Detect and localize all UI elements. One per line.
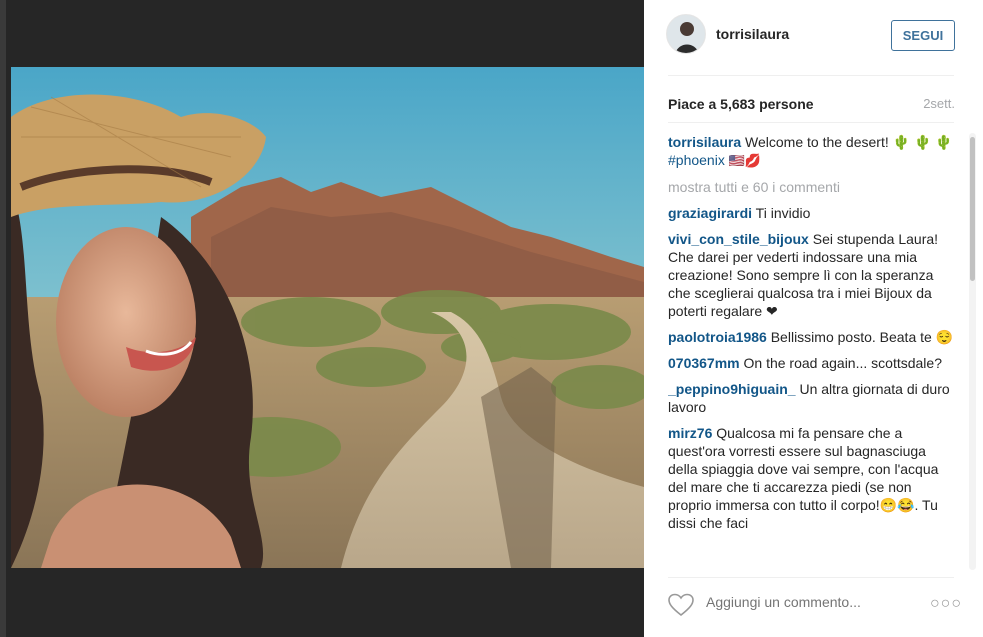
post-username[interactable]: torrisilaura — [716, 26, 789, 42]
post-sidebar: torrisilaura SEGUI Piace a 5,683 persone… — [644, 0, 983, 637]
caption-emoji: 🇺🇸💋 — [728, 153, 762, 168]
comment-username[interactable]: _peppino9higuain_ — [668, 381, 796, 397]
more-options-icon[interactable]: ○○○ — [930, 595, 962, 613]
divider — [668, 122, 954, 123]
comments-list[interactable]: torrisilaura Welcome to the desert! 🌵 🌵 … — [668, 133, 958, 570]
comment-text: On the road again... scottsdale? — [743, 355, 942, 371]
post-photo[interactable] — [11, 67, 644, 568]
post-header: torrisilaura SEGUI — [644, 0, 983, 75]
photo-pane — [0, 0, 644, 637]
comment-username[interactable]: paolotroia1986 — [668, 329, 767, 345]
follow-button[interactable]: SEGUI — [891, 20, 955, 51]
comment-item: mirz76 Qualcosa mi fa pensare che a ques… — [668, 424, 958, 532]
comment-item: 070367mm On the road again... scottsdale… — [668, 354, 958, 372]
comment-item: _peppino9higuain_ Un altra giornata di d… — [668, 380, 958, 416]
likes-count[interactable]: Piace a 5,683 persone — [668, 96, 814, 112]
selfie-desert-image — [11, 67, 644, 568]
comment-username[interactable]: vivi_con_stile_bijoux — [668, 231, 809, 247]
caption-hashtag[interactable]: #phoenix — [668, 152, 725, 168]
comment-username[interactable]: 070367mm — [668, 355, 740, 371]
comment-item: paolotroia1986 Bellissimo posto. Beata t… — [668, 328, 958, 346]
comment-username[interactable]: graziagirardi — [668, 205, 752, 221]
caption-username[interactable]: torrisilaura — [668, 134, 741, 150]
left-edge — [0, 0, 6, 637]
view-all-comments-link[interactable]: mostra tutti e 60 i commenti — [668, 178, 958, 196]
scroll-thumb[interactable] — [970, 137, 975, 281]
post-footer: ○○○ — [644, 577, 983, 637]
comment-item: graziagirardi Ti invidio — [668, 204, 958, 222]
comment-username[interactable]: mirz76 — [668, 425, 712, 441]
divider — [668, 75, 954, 76]
caption: torrisilaura Welcome to the desert! 🌵 🌵 … — [668, 133, 958, 170]
user-avatar[interactable] — [666, 14, 706, 54]
comment-text: Bellissimo posto. Beata te 😌 — [770, 329, 954, 345]
comment-item: vivi_con_stile_bijoux Sei stupenda Laura… — [668, 230, 958, 320]
comment-text: Ti invidio — [755, 205, 811, 221]
heart-icon[interactable] — [668, 593, 694, 617]
comments-scrollbar[interactable] — [966, 133, 977, 570]
caption-text: Welcome to the desert! 🌵 🌵 🌵 — [745, 134, 953, 150]
post-time[interactable]: 2sett. — [923, 96, 955, 111]
add-comment-input[interactable] — [706, 594, 916, 610]
